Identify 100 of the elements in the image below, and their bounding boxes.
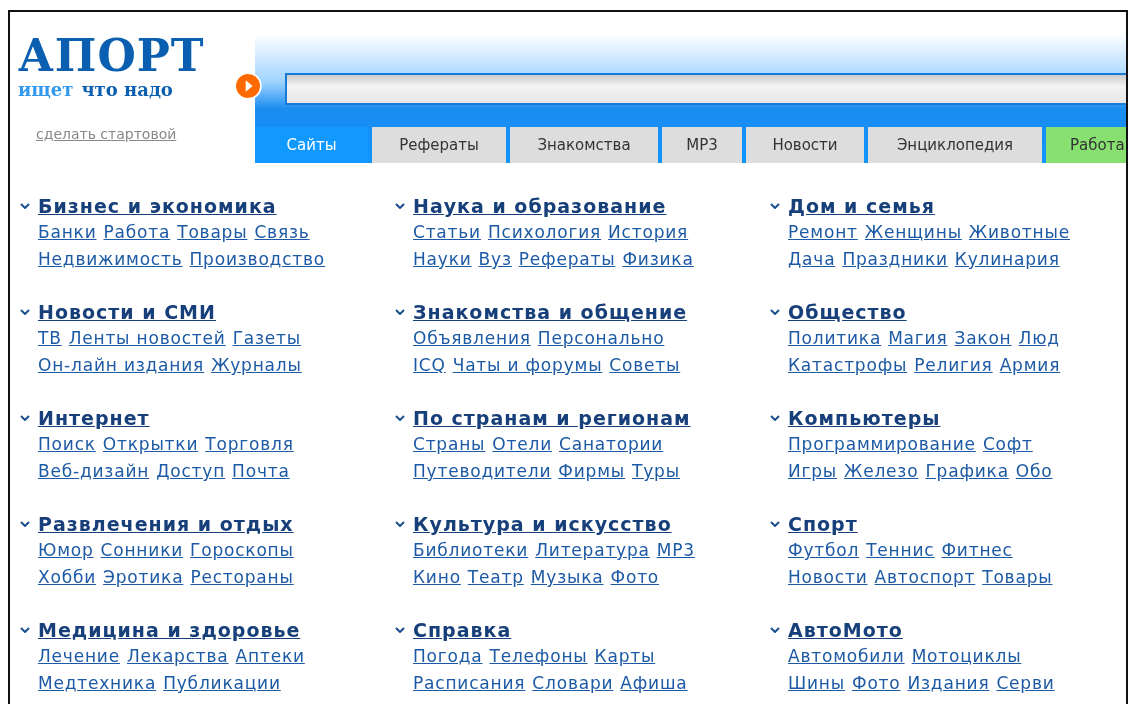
subcategory-link[interactable]: MP3 [656, 537, 695, 564]
category-link[interactable]: Новости и СМИ [38, 299, 216, 325]
logo[interactable]: АПОРТ [18, 34, 205, 78]
subcategory-link[interactable]: Религия [914, 352, 993, 379]
subcategory-link[interactable]: Фитнес [941, 537, 1013, 564]
subcategory-link[interactable]: Туры [632, 458, 680, 485]
subcategory-link[interactable]: Мотоциклы [911, 643, 1022, 670]
subcategory-link[interactable]: Афиша [620, 670, 688, 697]
tab[interactable]: Рефераты [372, 127, 506, 163]
subcategory-link[interactable]: Новости [788, 564, 868, 591]
subcategory-link[interactable]: Автоспорт [874, 564, 976, 591]
subcategory-link[interactable]: Карты [594, 643, 656, 670]
subcategory-link[interactable]: Животные [968, 219, 1070, 246]
subcategory-link[interactable]: Хобби [38, 564, 97, 591]
subcategory-link[interactable]: Игры [788, 458, 838, 485]
subcategory-link[interactable]: Статьи [413, 219, 481, 246]
subcategory-link[interactable]: Армия [999, 352, 1061, 379]
subcategory-link[interactable]: Недвижимость [38, 246, 183, 273]
subcategory-link[interactable]: Рестораны [190, 564, 294, 591]
category-link[interactable]: Развлечения и отдых [38, 511, 294, 537]
subcategory-link[interactable]: Психология [487, 219, 602, 246]
subcategory-link[interactable]: Кулинария [954, 246, 1060, 273]
subcategory-link[interactable]: Публикации [163, 670, 281, 697]
subcategory-link[interactable]: Словари [532, 670, 614, 697]
subcategory-link[interactable]: Музыка [530, 564, 604, 591]
category-link[interactable]: Знакомства и общение [413, 299, 688, 325]
subcategory-link[interactable]: Лекарства [126, 643, 229, 670]
subcategory-link[interactable]: Поиск [38, 431, 96, 458]
subcategory-link[interactable]: Праздники [842, 246, 948, 273]
subcategory-link[interactable]: Советы [609, 352, 681, 379]
subcategory-link[interactable]: Путеводители [413, 458, 552, 485]
category-link[interactable]: Дом и семья [788, 193, 935, 219]
subcategory-link[interactable]: Работа [103, 219, 171, 246]
subcategory-link[interactable]: ICQ [413, 352, 446, 379]
tab[interactable]: Знакомства [510, 127, 658, 163]
tab[interactable]: Энциклопедия [868, 127, 1042, 163]
subcategory-link[interactable]: Связь [254, 219, 310, 246]
tab[interactable]: Новости [746, 127, 864, 163]
subcategory-link[interactable]: Почта [232, 458, 290, 485]
subcategory-link[interactable]: Аптеки [235, 643, 305, 670]
category-link[interactable]: Наука и образование [413, 193, 667, 219]
subcategory-link[interactable]: Юмор [38, 537, 94, 564]
subcategory-link[interactable]: Веб-дизайн [38, 458, 150, 485]
category-link[interactable]: Справка [413, 617, 512, 643]
subcategory-link[interactable]: Политика [788, 325, 882, 352]
subcategory-link[interactable]: Закон [954, 325, 1012, 352]
subcategory-link[interactable]: Открытки [102, 431, 199, 458]
category-link[interactable]: Интернет [38, 405, 150, 431]
subcategory-link[interactable]: Науки [413, 246, 472, 273]
search-field[interactable] [285, 73, 1126, 105]
subcategory-link[interactable]: Производство [189, 246, 326, 273]
subcategory-link[interactable]: Ремонт [788, 219, 858, 246]
subcategory-link[interactable]: Футбол [788, 537, 860, 564]
category-link[interactable]: Общество [788, 299, 907, 325]
subcategory-link[interactable]: ТВ [38, 325, 62, 352]
subcategory-link[interactable]: Обо [1015, 458, 1053, 485]
subcategory-link[interactable]: Товары [177, 219, 248, 246]
subcategory-link[interactable]: Товары [982, 564, 1053, 591]
category-link[interactable]: Культура и искусство [413, 511, 672, 537]
tab[interactable]: MP3 [662, 127, 742, 163]
subcategory-link[interactable]: Вуз [478, 246, 512, 273]
category-link[interactable]: АвтоМото [788, 617, 903, 643]
subcategory-link[interactable]: Объявления [413, 325, 531, 352]
subcategory-link[interactable]: Он-лайн издания [38, 352, 205, 379]
subcategory-link[interactable]: Теннис [866, 537, 935, 564]
subcategory-link[interactable]: Театр [467, 564, 524, 591]
subcategory-link[interactable]: Дача [788, 246, 836, 273]
category-link[interactable]: По странам и регионам [413, 405, 691, 431]
subcategory-link[interactable]: Фирмы [558, 458, 626, 485]
subcategory-link[interactable]: Банки [38, 219, 97, 246]
subcategory-link[interactable]: Персонально [537, 325, 665, 352]
subcategory-link[interactable]: Софт [982, 431, 1033, 458]
subcategory-link[interactable]: Отели [492, 431, 552, 458]
subcategory-link[interactable]: Сонники [100, 537, 184, 564]
category-link[interactable]: Бизнес и экономика [38, 193, 277, 219]
subcategory-link[interactable]: Газеты [232, 325, 302, 352]
subcategory-link[interactable]: Погода [413, 643, 483, 670]
subcategory-link[interactable]: Физика [622, 246, 694, 273]
category-link[interactable]: Спорт [788, 511, 858, 537]
subcategory-link[interactable]: Гороскопы [190, 537, 294, 564]
subcategory-link[interactable]: История [608, 219, 689, 246]
subcategory-link[interactable]: Издания [907, 670, 990, 697]
subcategory-link[interactable]: Катастрофы [788, 352, 908, 379]
subcategory-link[interactable]: Женщины [864, 219, 962, 246]
subcategory-link[interactable]: Автомобили [788, 643, 905, 670]
subcategory-link[interactable]: Медтехника [38, 670, 157, 697]
subcategory-link[interactable]: Фото [610, 564, 660, 591]
category-link[interactable]: Компьютеры [788, 405, 941, 431]
subcategory-link[interactable]: Железо [844, 458, 919, 485]
subcategory-link[interactable]: Программирование [788, 431, 976, 458]
subcategory-link[interactable]: Литература [535, 537, 650, 564]
subcategory-link[interactable]: Эротика [103, 564, 184, 591]
subcategory-link[interactable]: Люд [1018, 325, 1060, 352]
subcategory-link[interactable]: Рефераты [518, 246, 616, 273]
make-start-page-link[interactable]: сделать стартовой [36, 126, 255, 142]
subcategory-link[interactable]: Расписания [413, 670, 526, 697]
subcategory-link[interactable]: Ленты новостей [68, 325, 226, 352]
subcategory-link[interactable]: Кино [413, 564, 461, 591]
subcategory-link[interactable]: Чаты и форумы [452, 352, 603, 379]
subcategory-link[interactable]: Фото [851, 670, 901, 697]
